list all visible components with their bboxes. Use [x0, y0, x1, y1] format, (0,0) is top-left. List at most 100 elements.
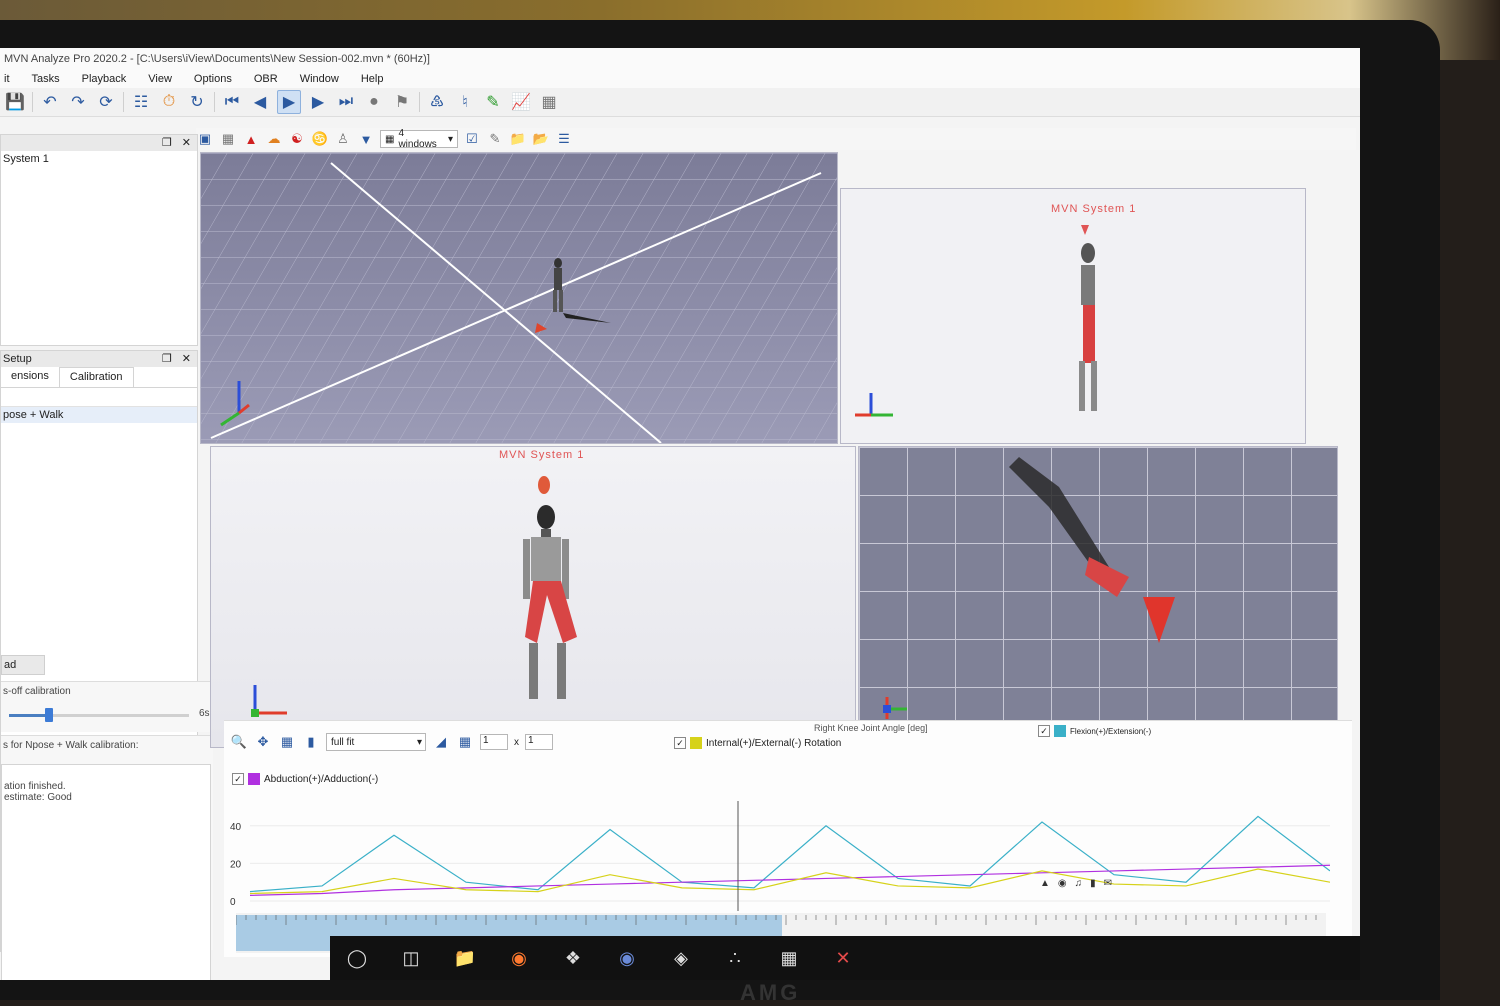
network-icon[interactable]: ∴ — [724, 947, 746, 969]
skip-start-icon[interactable]: ⏮ — [221, 91, 243, 113]
tab-calibration[interactable]: Calibration — [58, 367, 134, 387]
menu-file[interactable]: it — [4, 70, 10, 88]
legend-swatch — [1054, 725, 1066, 737]
menu-tasks[interactable]: Tasks — [32, 70, 60, 88]
grid-icon[interactable]: ▦ — [538, 91, 560, 113]
loop-icon[interactable]: ↻ — [186, 91, 208, 113]
joint-angle-plot[interactable]: 40 20 0 — [230, 801, 1330, 911]
legend-checkbox[interactable]: ✓ — [1038, 725, 1050, 737]
start-circle-icon[interactable]: ◯ — [346, 947, 368, 969]
graph-panel: Right Knee Joint Angle [deg] 🔍 ✥ ▦ ▮ ful… — [224, 720, 1352, 957]
viewport-top[interactable] — [858, 446, 1338, 748]
status-title: s for Npose + Walk calibration: — [3, 740, 139, 751]
export-icon[interactable]: 📂 — [532, 130, 550, 148]
viewport-perspective[interactable] — [200, 152, 838, 444]
setup-title: Setup — [3, 353, 32, 365]
file-explorer-icon[interactable]: 📁 — [454, 947, 476, 969]
layout-icon[interactable]: ▦ — [456, 733, 474, 751]
tree-item-system[interactable]: System 1 — [1, 151, 197, 167]
restore-icon[interactable]: ❐ — [162, 351, 172, 367]
record-icon[interactable]: ● — [363, 91, 385, 113]
tray-network-icon[interactable]: ◉ — [1058, 878, 1067, 889]
setup-tabs: ensions Calibration — [1, 367, 197, 388]
menu-view[interactable]: View — [148, 70, 172, 88]
fit-view-icon[interactable]: ▣ — [196, 130, 214, 148]
tab-load[interactable]: ad — [1, 655, 45, 675]
columns-icon[interactable]: ▮ — [302, 733, 320, 751]
photos-icon[interactable]: ▦ — [778, 947, 800, 969]
menu-help[interactable]: Help — [361, 70, 384, 88]
menu-window[interactable]: Window — [300, 70, 339, 88]
fit-select[interactable]: full fit ▾ — [326, 733, 426, 751]
walk-icon[interactable]: ♮ — [454, 91, 476, 113]
undo-icon[interactable]: ↶ — [39, 91, 61, 113]
legend-label: Internal(+)/External(-) Rotation — [706, 737, 842, 749]
slider-thumb[interactable] — [44, 708, 53, 722]
graph-title: Right Knee Joint Angle [deg] — [814, 723, 928, 733]
step-forward-icon[interactable]: ▶ — [307, 91, 329, 113]
calibration-list-item[interactable]: pose + Walk — [1, 407, 197, 423]
layout-icon: ▦ — [385, 133, 395, 145]
gauge-icon[interactable]: ⏱ — [158, 91, 180, 113]
edit-icon[interactable]: ✎ — [482, 91, 504, 113]
skip-end-icon[interactable]: ⏭ — [335, 91, 357, 113]
camera-down-icon[interactable]: ▼ — [357, 130, 375, 148]
side-figure-canvas — [855, 225, 1097, 417]
close-icon[interactable]: ✕ — [182, 351, 191, 367]
folder-icon[interactable]: 📁 — [509, 130, 527, 148]
windows-layout-select[interactable]: ▦ 4 windows ▾ — [380, 128, 458, 150]
checkbox-icon[interactable]: ☑ — [463, 130, 481, 148]
windows-select-value: 4 windows — [398, 128, 437, 150]
avatar-icon[interactable]: ☯ — [288, 130, 306, 148]
firefox-icon[interactable]: ◉ — [508, 947, 530, 969]
legend-label: Flexion(+)/Extension(-) — [1070, 726, 1152, 736]
viewport-side[interactable]: MVN System 1 — [840, 188, 1306, 444]
visual-studio-icon[interactable]: ◈ — [670, 947, 692, 969]
tray-battery-icon[interactable]: ▮ — [1090, 878, 1096, 889]
skeleton-icon[interactable]: ♋ — [311, 130, 329, 148]
redo-icon[interactable]: ↷ — [67, 91, 89, 113]
status-line: ation finished. — [4, 781, 66, 792]
restore-icon[interactable]: ❐ — [162, 135, 172, 151]
legend-swatch — [690, 737, 702, 749]
move-icon[interactable]: ✥ — [254, 733, 272, 751]
tray-arrow-icon[interactable]: ▲ — [1040, 878, 1050, 889]
floor-icon[interactable]: ☁ — [265, 130, 283, 148]
task-view-icon[interactable]: ◫ — [400, 947, 422, 969]
person-icon[interactable]: ♙ — [334, 130, 352, 148]
unity-icon[interactable]: ❖ — [562, 947, 584, 969]
scale-icon[interactable]: ◢ — [432, 733, 450, 751]
save-icon[interactable]: 💾 — [4, 91, 26, 113]
mvn-icon[interactable]: ✕ — [832, 947, 854, 969]
cols-spinner[interactable]: 1 — [525, 734, 553, 750]
taskbar: ◯ ◫ 📁 ◉ ❖ ◉ ◈ ∴ ▦ ✕ — [330, 936, 1360, 980]
figure-icon[interactable]: ♷ — [426, 91, 448, 113]
step-back-icon[interactable]: ◀ — [249, 91, 271, 113]
rows-spinner[interactable]: 1 — [480, 734, 508, 750]
zoom-icon[interactable]: 🔍 — [230, 733, 248, 751]
table-icon[interactable]: ▦ — [278, 733, 296, 751]
laptop-screen: MVN Analyze Pro 2020.2 - [C:\Users\iView… — [0, 48, 1360, 980]
tray-notification-icon[interactable]: ✉ — [1104, 878, 1112, 889]
grid-toggle-icon[interactable]: ▦ — [219, 130, 237, 148]
tag-icon[interactable]: ⚑ — [391, 91, 413, 113]
list-icon[interactable]: ☰ — [555, 130, 573, 148]
notes-icon[interactable]: ✎ — [486, 130, 504, 148]
close-icon[interactable]: ✕ — [182, 135, 191, 151]
marker-icon[interactable]: ▲ — [242, 130, 260, 148]
menu-options[interactable]: Options — [194, 70, 232, 88]
legend-checkbox[interactable]: ✓ — [232, 773, 244, 785]
tray-volume-icon[interactable]: ♫ — [1075, 878, 1083, 889]
tab-dimensions[interactable]: ensions — [1, 367, 59, 387]
chart-icon[interactable]: 📈 — [510, 91, 532, 113]
hierarchy-icon[interactable]: ☷ — [130, 91, 152, 113]
refresh-icon[interactable]: ⟳ — [95, 91, 117, 113]
legend-checkbox[interactable]: ✓ — [674, 737, 686, 749]
status-log: ation finished. estimate: Good — [1, 764, 211, 980]
menu-obr[interactable]: OBR — [254, 70, 278, 88]
calibration-slider[interactable] — [9, 708, 189, 722]
menu-playback[interactable]: Playback — [82, 70, 127, 88]
play-icon[interactable]: ▶ — [277, 90, 301, 114]
vr-icon[interactable]: ◉ — [616, 947, 638, 969]
viewport-front[interactable]: MVN System 1 — [210, 446, 856, 748]
